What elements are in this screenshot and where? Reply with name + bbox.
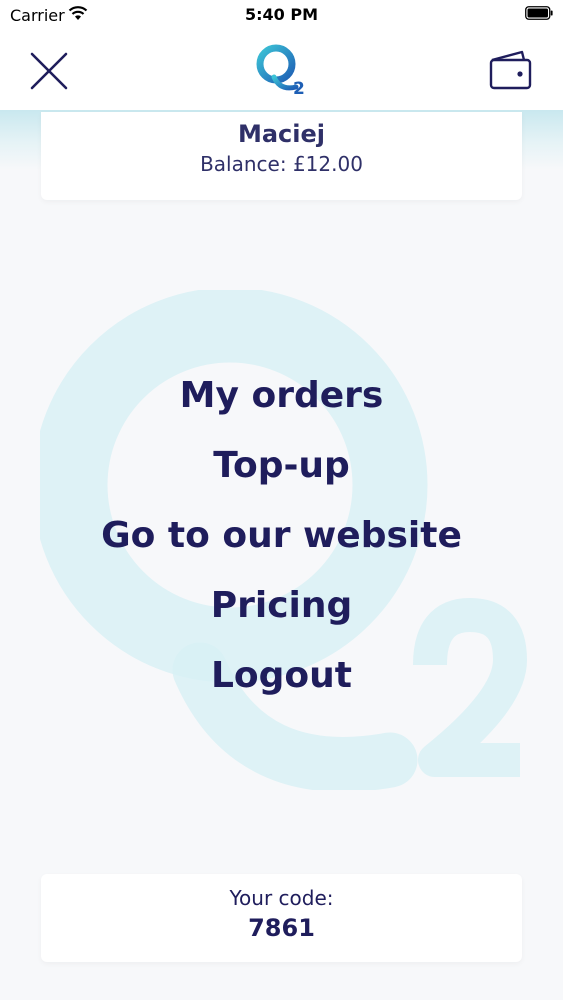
app-header: 2 [0,30,563,110]
svg-text:2: 2 [293,79,305,99]
q2-logo-icon: 2 [256,44,305,99]
wallet-icon[interactable] [488,48,534,92]
menu-item-my-orders[interactable]: My orders [0,365,563,435]
code-value: 7861 [248,914,315,942]
menu-item-logout[interactable]: Logout [0,645,563,715]
code-card: Your code: 7861 [41,874,522,962]
user-name: Maciej [237,120,326,148]
user-balance: Balance: £12.00 [200,152,363,176]
code-label: Your code: [229,886,334,910]
close-icon[interactable] [28,50,70,92]
main-menu: My orders Top-up Go to our website Prici… [0,365,563,715]
battery-icon [525,6,553,20]
menu-item-pricing[interactable]: Pricing [0,575,563,645]
menu-item-website[interactable]: Go to our website [0,505,563,575]
status-time: 5:40 PM [244,5,318,24]
menu-item-top-up[interactable]: Top-up [0,435,563,505]
status-bar: Carrier 5:40 PM [0,0,563,30]
user-card: Maciej Balance: £12.00 [41,112,522,200]
